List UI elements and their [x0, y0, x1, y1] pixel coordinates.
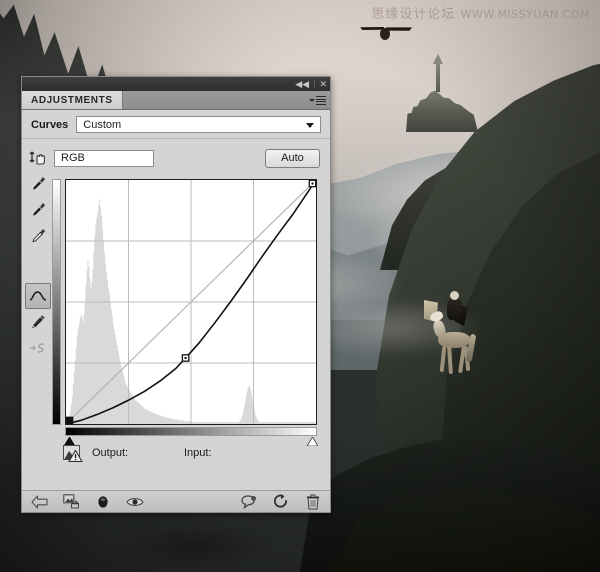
clip-to-layer-button[interactable]	[62, 494, 80, 510]
edit-points-curve-tool[interactable]	[25, 283, 51, 309]
white-point-eyedropper[interactable]	[25, 223, 51, 249]
return-to-adjustment-list-button[interactable]	[30, 494, 48, 510]
delete-adjustment-layer-button[interactable]	[304, 494, 322, 510]
curves-graph[interactable]	[65, 179, 317, 425]
panel-tabbar: ADJUSTMENTS	[22, 91, 330, 110]
panel-menu-icon[interactable]	[309, 95, 326, 106]
collapse-to-icons-icon[interactable]: ◀◀	[295, 79, 309, 89]
auto-button[interactable]: Auto	[265, 148, 320, 168]
close-icon[interactable]: ✕	[319, 79, 327, 89]
preset-value: Custom	[83, 118, 122, 131]
blurred-foreground-bird	[120, 524, 270, 568]
channel-row: RGB Auto	[54, 145, 320, 171]
curves-toolbar	[22, 139, 54, 469]
pencil-draw-curve-tool[interactable]	[25, 309, 51, 335]
titlebar-separator: |	[313, 79, 316, 89]
tab-adjustments-label: ADJUSTMENTS	[31, 94, 113, 106]
white-point-slider[interactable]	[306, 436, 319, 447]
output-gradient-bar	[52, 179, 61, 425]
curves-plot[interactable]	[66, 180, 316, 424]
output-label: Output:	[92, 447, 129, 459]
panel-body: RGB Auto Output: Input:	[22, 139, 330, 469]
panel-footer	[22, 490, 330, 512]
output-input-row: Output: Input:	[54, 439, 320, 469]
castle-spire	[436, 62, 440, 92]
chevron-down-icon	[306, 122, 314, 128]
clipped-values-warning-icon[interactable]	[63, 444, 83, 462]
adjustments-panel: ◀◀ | ✕ ADJUSTMENTS Curves Custom RGB Aut…	[21, 76, 331, 513]
toggle-layer-mask-button[interactable]	[94, 494, 112, 510]
view-previous-state-button[interactable]	[240, 494, 258, 510]
eagle-icon	[360, 22, 412, 48]
preset-row: Curves Custom	[22, 110, 330, 139]
channel-dropdown[interactable]: RGB	[54, 149, 154, 167]
on-image-adjustment-tool[interactable]	[25, 145, 51, 171]
preset-dropdown[interactable]: Custom	[76, 116, 321, 133]
curves-graph-area	[52, 177, 320, 447]
watermark-url: WWW.MISSYUAN.COM	[460, 8, 590, 21]
armored-rider	[442, 290, 468, 326]
input-label: Input:	[184, 447, 212, 459]
watermark: 思缘设计论坛 WWW.MISSYUAN.COM	[371, 3, 590, 22]
curves-main-column: RGB Auto Output: Input:	[52, 139, 330, 469]
input-gradient-bar	[65, 427, 317, 436]
black-point-eyedropper[interactable]	[25, 171, 51, 197]
curves-label: Curves	[31, 118, 69, 131]
tab-adjustments[interactable]: ADJUSTMENTS	[22, 91, 123, 109]
toggle-layer-visibility-button[interactable]	[126, 494, 144, 510]
panel-titlebar: ◀◀ | ✕	[22, 77, 330, 91]
watermark-chinese: 思缘设计论坛	[371, 7, 456, 22]
gray-point-eyedropper[interactable]	[25, 197, 51, 223]
auto-button-label: Auto	[281, 152, 304, 164]
reset-adjustment-button[interactable]	[272, 493, 290, 510]
smooth-curve-tool[interactable]	[25, 335, 51, 361]
channel-value: RGB	[61, 152, 85, 164]
tabbar-filler	[123, 91, 330, 109]
